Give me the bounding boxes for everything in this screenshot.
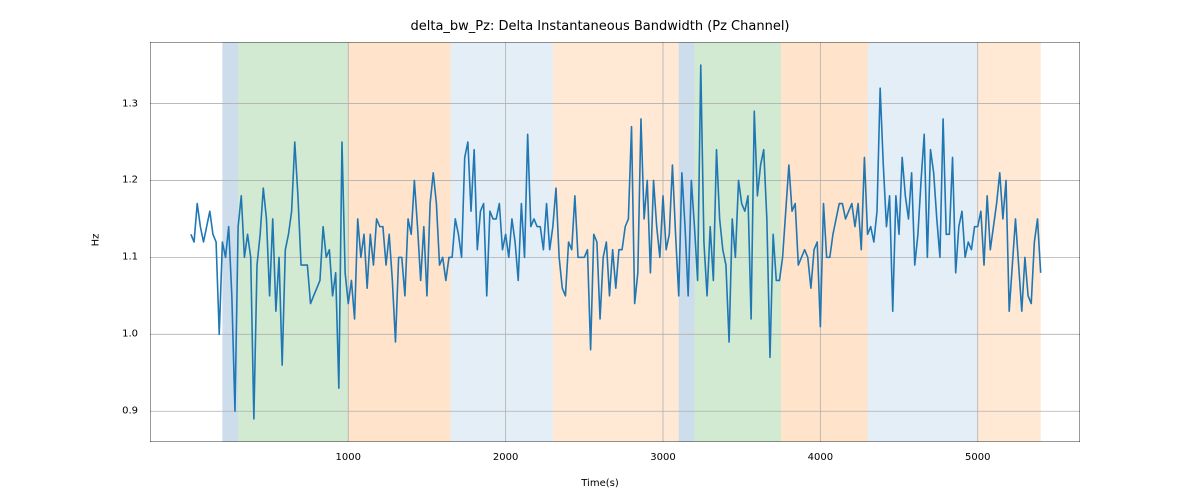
y-tick-label: 1.1 — [122, 252, 138, 263]
y-tick-label: 1.3 — [122, 98, 138, 109]
x-axis-label: Time(s) — [0, 478, 1200, 489]
chart-title: delta_bw_Pz: Delta Instantaneous Bandwid… — [0, 19, 1200, 34]
chart-container: delta_bw_Pz: Delta Instantaneous Bandwid… — [0, 0, 1200, 500]
region-band — [868, 42, 978, 442]
y-tick-label: 1.0 — [122, 329, 138, 340]
x-tick-label: 1000 — [336, 452, 361, 463]
x-tick-label: 5000 — [965, 452, 990, 463]
x-tick-label: 4000 — [808, 452, 833, 463]
region-band — [781, 42, 868, 442]
y-tick-label: 0.9 — [122, 406, 138, 417]
plot-area — [150, 42, 1080, 442]
y-axis-label: Hz — [91, 234, 102, 247]
region-band — [978, 42, 1041, 442]
y-tick-label: 1.2 — [122, 175, 138, 186]
x-tick-label: 3000 — [650, 452, 675, 463]
plot-svg — [150, 42, 1080, 442]
x-tick-label: 2000 — [493, 452, 518, 463]
region-band — [679, 42, 695, 442]
